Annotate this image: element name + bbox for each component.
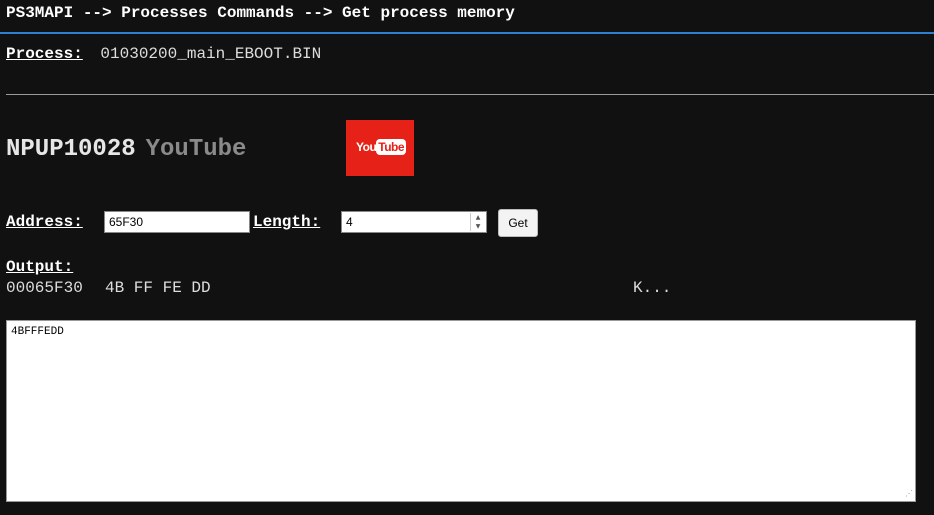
header-bar: PS3MAPI --> Processes Commands --> Get p… — [0, 0, 934, 32]
game-id: NPUP10028 — [6, 136, 136, 163]
output-text: 4BFFFEDD — [11, 326, 64, 338]
section-divider — [6, 94, 934, 95]
youtube-logo-text: You Tube — [356, 139, 407, 157]
spin-down-icon[interactable]: ▼ — [471, 222, 485, 231]
process-label: Process: — [6, 45, 83, 63]
address-input[interactable] — [104, 211, 250, 233]
length-spinner[interactable]: ▲ ▼ — [470, 213, 485, 231]
length-stepper[interactable]: ▲ ▼ — [341, 211, 487, 233]
spin-up-icon[interactable]: ▲ — [471, 213, 485, 222]
breadcrumb: PS3MAPI --> Processes Commands --> Get p… — [6, 4, 515, 22]
logo-text-you: You — [356, 140, 377, 154]
resize-grip-icon[interactable]: ⋰ — [905, 491, 913, 499]
page: PS3MAPI --> Processes Commands --> Get p… — [0, 0, 934, 515]
memory-form: Address: Length: ▲ ▼ Get — [6, 209, 934, 237]
youtube-logo-icon: You Tube — [346, 120, 414, 176]
game-row: NPUP10028 YouTube — [6, 136, 246, 163]
output-label: Output: — [6, 258, 74, 276]
process-value: 01030200_main_EBOOT.BIN — [100, 45, 322, 63]
header-divider — [0, 32, 934, 34]
game-name: YouTube — [145, 136, 247, 163]
length-input[interactable] — [342, 212, 468, 232]
logo-text-tube: Tube — [376, 139, 407, 155]
output-ascii: K... — [633, 279, 672, 297]
output-address: 00065F30 — [6, 279, 83, 297]
get-button[interactable]: Get — [498, 209, 538, 237]
process-row: Process: 01030200_main_EBOOT.BIN — [6, 45, 321, 63]
length-label: Length: — [253, 213, 321, 231]
output-textarea[interactable]: 4BFFFEDD ⋰ — [6, 320, 916, 502]
address-label: Address: — [6, 213, 83, 231]
output-bytes: 4B FF FE DD — [105, 279, 211, 297]
